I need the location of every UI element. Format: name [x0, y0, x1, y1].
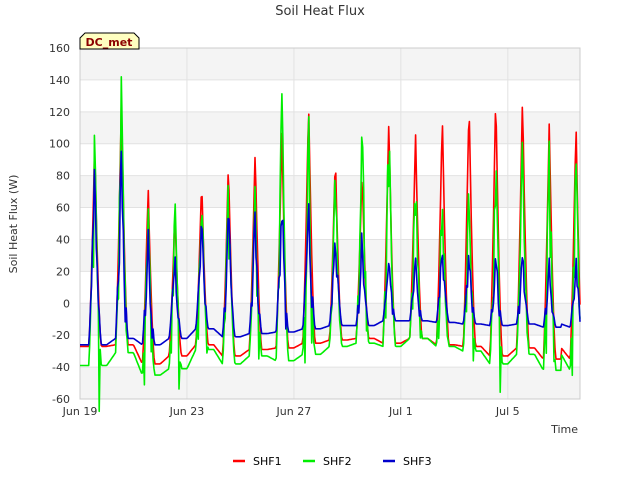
legend-item-shf3: SHF3	[383, 455, 432, 468]
y-tick-label: 160	[49, 42, 70, 55]
x-axis-title: Time	[550, 423, 578, 436]
y-tick-label: 80	[56, 170, 70, 183]
y-tick-label: 120	[49, 106, 70, 119]
y-tick-label: -40	[52, 361, 70, 374]
y-tick-label: 20	[56, 265, 70, 278]
y-tick-label: -20	[52, 329, 70, 342]
x-tick-label: Jul 5	[495, 405, 520, 418]
x-tick-label: Jun 19	[62, 405, 98, 418]
x-tick-label: Jul 1	[388, 405, 413, 418]
plot-band	[80, 48, 580, 80]
plot-area-frame	[79, 47, 581, 400]
y-tick-label: 140	[49, 74, 70, 87]
x-tick-label: Jun 27	[276, 405, 312, 418]
y-tick-label: 40	[56, 233, 70, 246]
legend-label: SHF2	[323, 455, 352, 468]
y-axis-title: Soil Heat Flux (W)	[7, 175, 20, 274]
plot-band	[80, 111, 580, 144]
y-axis-tick-labels: -60-40-20020406080100120140160	[49, 42, 70, 406]
x-axis-tick-labels: Jun 19 Jun 23 Jun 27 Jul 1 Jul 5	[62, 405, 520, 418]
legend-item-shf1: SHF1	[233, 455, 282, 468]
plot-background-bands	[80, 48, 580, 399]
station-badge: DC_met	[79, 32, 140, 50]
legend: SHF1 SHF2 SHF3	[233, 455, 432, 468]
y-tick-label: 60	[56, 202, 70, 215]
soil-heat-flux-chart: Soil Heat Flux -60-40-200204060801001201…	[7, 4, 581, 468]
horizontal-gridlines	[80, 47, 580, 400]
legend-label: SHF1	[253, 455, 282, 468]
station-badge-label: DC_met	[86, 36, 133, 49]
legend-item-shf2: SHF2	[303, 455, 352, 468]
legend-label: SHF3	[403, 455, 432, 468]
x-tick-label: Jun 23	[169, 405, 205, 418]
plot-band	[80, 175, 580, 208]
plot-band	[80, 239, 580, 272]
y-tick-label: 100	[49, 138, 70, 151]
y-tick-label: 0	[63, 297, 70, 310]
chart-title: Soil Heat Flux	[275, 4, 365, 19]
